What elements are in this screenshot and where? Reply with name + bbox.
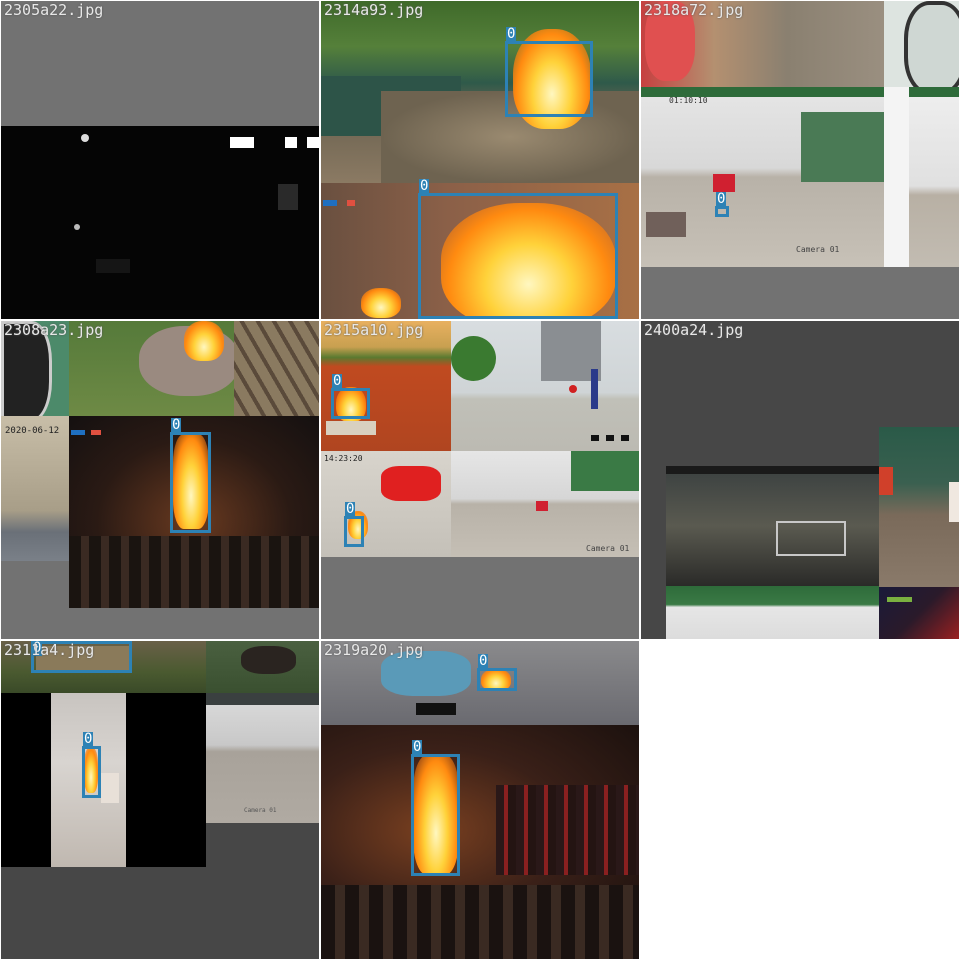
- image-filename: 2315a10.jpg: [324, 321, 424, 339]
- timestamp-overlay: 01:10:10: [669, 96, 708, 105]
- detection-box: 0: [418, 179, 618, 319]
- image-filename: 2318a72.jpg: [644, 1, 744, 19]
- detection-box: 0: [715, 192, 729, 217]
- detection-box: 0: [331, 374, 370, 419]
- camera-overlay: Camera 01: [796, 245, 840, 254]
- image-tile[interactable]: 2305a22.jpg: [1, 1, 319, 319]
- corridor-frame: [884, 87, 959, 267]
- image-tile[interactable]: 2400a24.jpg: [641, 321, 959, 639]
- camera-overlay: Camera 01: [244, 807, 277, 814]
- indoor-camera-frame: Camera 01: [451, 451, 639, 557]
- animal-frame: [206, 641, 319, 693]
- detection-box: 0: [170, 418, 211, 533]
- class-label: 0: [332, 373, 343, 389]
- class-label: 0: [171, 417, 182, 433]
- detection-box: 0: [344, 502, 364, 547]
- image-filename: 2311a4.jpg: [4, 641, 95, 659]
- image-tile[interactable]: 2314a93.jpg 0 0: [321, 1, 639, 319]
- image-filename: 2319a20.jpg: [324, 641, 424, 659]
- detection-box: 0: [82, 732, 101, 798]
- class-label: 0: [716, 191, 727, 207]
- detection-box: 0: [411, 740, 460, 876]
- class-label: 0: [83, 731, 94, 747]
- night-camera-frame: [1, 126, 319, 319]
- camera-overlay: Camera 01: [586, 544, 630, 553]
- detection-mosaic-grid: 2305a22.jpg 2314a93.jpg 0 0 01:10:10 Cam…: [0, 0, 960, 960]
- dark-red-frame: [879, 587, 959, 639]
- firewood-frame: [69, 321, 319, 416]
- detection-box: 0: [505, 27, 593, 117]
- image-tile[interactable]: 2319a20.jpg 0 0: [321, 641, 639, 959]
- class-label: 0: [419, 178, 430, 194]
- bonfire-crowd-frame: [321, 725, 639, 959]
- class-label: 0: [412, 739, 423, 755]
- industrial-plant-frame: [666, 466, 879, 586]
- indoor-camera-frame: 01:10:10 Camera 01: [641, 87, 884, 267]
- image-filename: 2400a24.jpg: [644, 321, 744, 339]
- image-filename: 2308a23.jpg: [4, 321, 104, 339]
- class-label: 0: [506, 26, 517, 42]
- red-pot-fire-frame: 14:23:20: [321, 451, 451, 557]
- image-filename: 2305a22.jpg: [4, 1, 104, 19]
- image-tile[interactable]: 14:23:20 Camera 01 2315a10.jpg 0 0: [321, 321, 639, 639]
- green-roof-frame: [666, 586, 879, 639]
- indoor-camera-frame: Camera 01: [206, 693, 319, 823]
- detection-box: 0: [477, 654, 517, 691]
- time-overlay: 14:23:20: [324, 454, 363, 463]
- stone-courtyard-frame: 2020-06-12: [1, 416, 69, 561]
- kitchen-flame-frame: [1, 693, 206, 867]
- image-tile[interactable]: 2020-06-12 2308a23.jpg 0: [1, 321, 319, 639]
- image-tile[interactable]: 01:10:10 Camera 01 2318a72.jpg 0: [641, 1, 959, 319]
- desk-frame: [879, 427, 959, 587]
- mirror-frame: [884, 1, 959, 87]
- class-label: 0: [478, 653, 489, 669]
- image-filename: 2314a93.jpg: [324, 1, 424, 19]
- courtyard-camera-frame: [451, 321, 639, 451]
- class-label: 0: [345, 501, 356, 517]
- date-overlay: 2020-06-12: [5, 426, 60, 436]
- image-tile[interactable]: Camera 01 2311a4.jpg 0 0: [1, 641, 319, 959]
